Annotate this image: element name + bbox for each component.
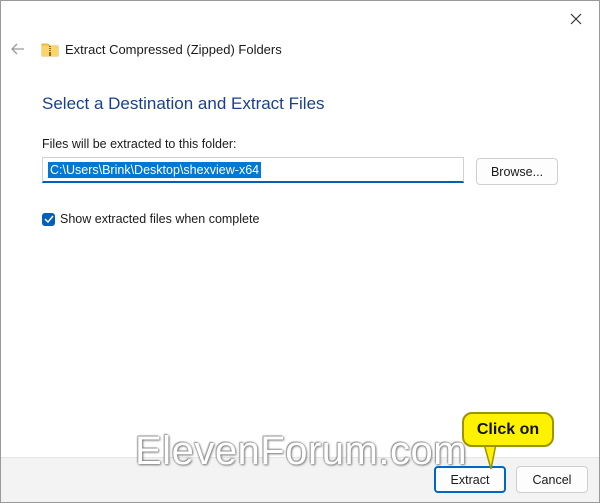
watermark: ElevenForum.com — [135, 429, 468, 473]
show-files-option[interactable]: Show extracted files when complete — [42, 212, 259, 226]
destination-label: Files will be extracted to this folder: — [42, 137, 237, 151]
close-icon — [570, 13, 582, 25]
show-files-checkbox[interactable] — [42, 212, 55, 226]
zip-folder-icon — [41, 43, 59, 57]
close-button[interactable] — [561, 7, 591, 31]
destination-path-value: C:\Users\Brink\Desktop\shexview-x64 — [48, 162, 262, 178]
checkmark-icon — [43, 215, 54, 223]
wizard-title: Extract Compressed (Zipped) Folders — [65, 42, 282, 57]
show-files-label: Show extracted files when complete — [60, 212, 260, 226]
destination-path-input[interactable]: C:\Users\Brink\Desktop\shexview-x64 — [42, 157, 464, 183]
callout-click-on: Click on — [462, 412, 554, 447]
cancel-button[interactable]: Cancel — [516, 466, 588, 493]
callout-pointer — [483, 444, 497, 470]
browse-button[interactable]: Browse... — [476, 158, 558, 185]
back-button[interactable] — [7, 39, 29, 59]
page-heading: Select a Destination and Extract Files — [42, 94, 325, 113]
back-arrow-icon — [11, 43, 24, 55]
